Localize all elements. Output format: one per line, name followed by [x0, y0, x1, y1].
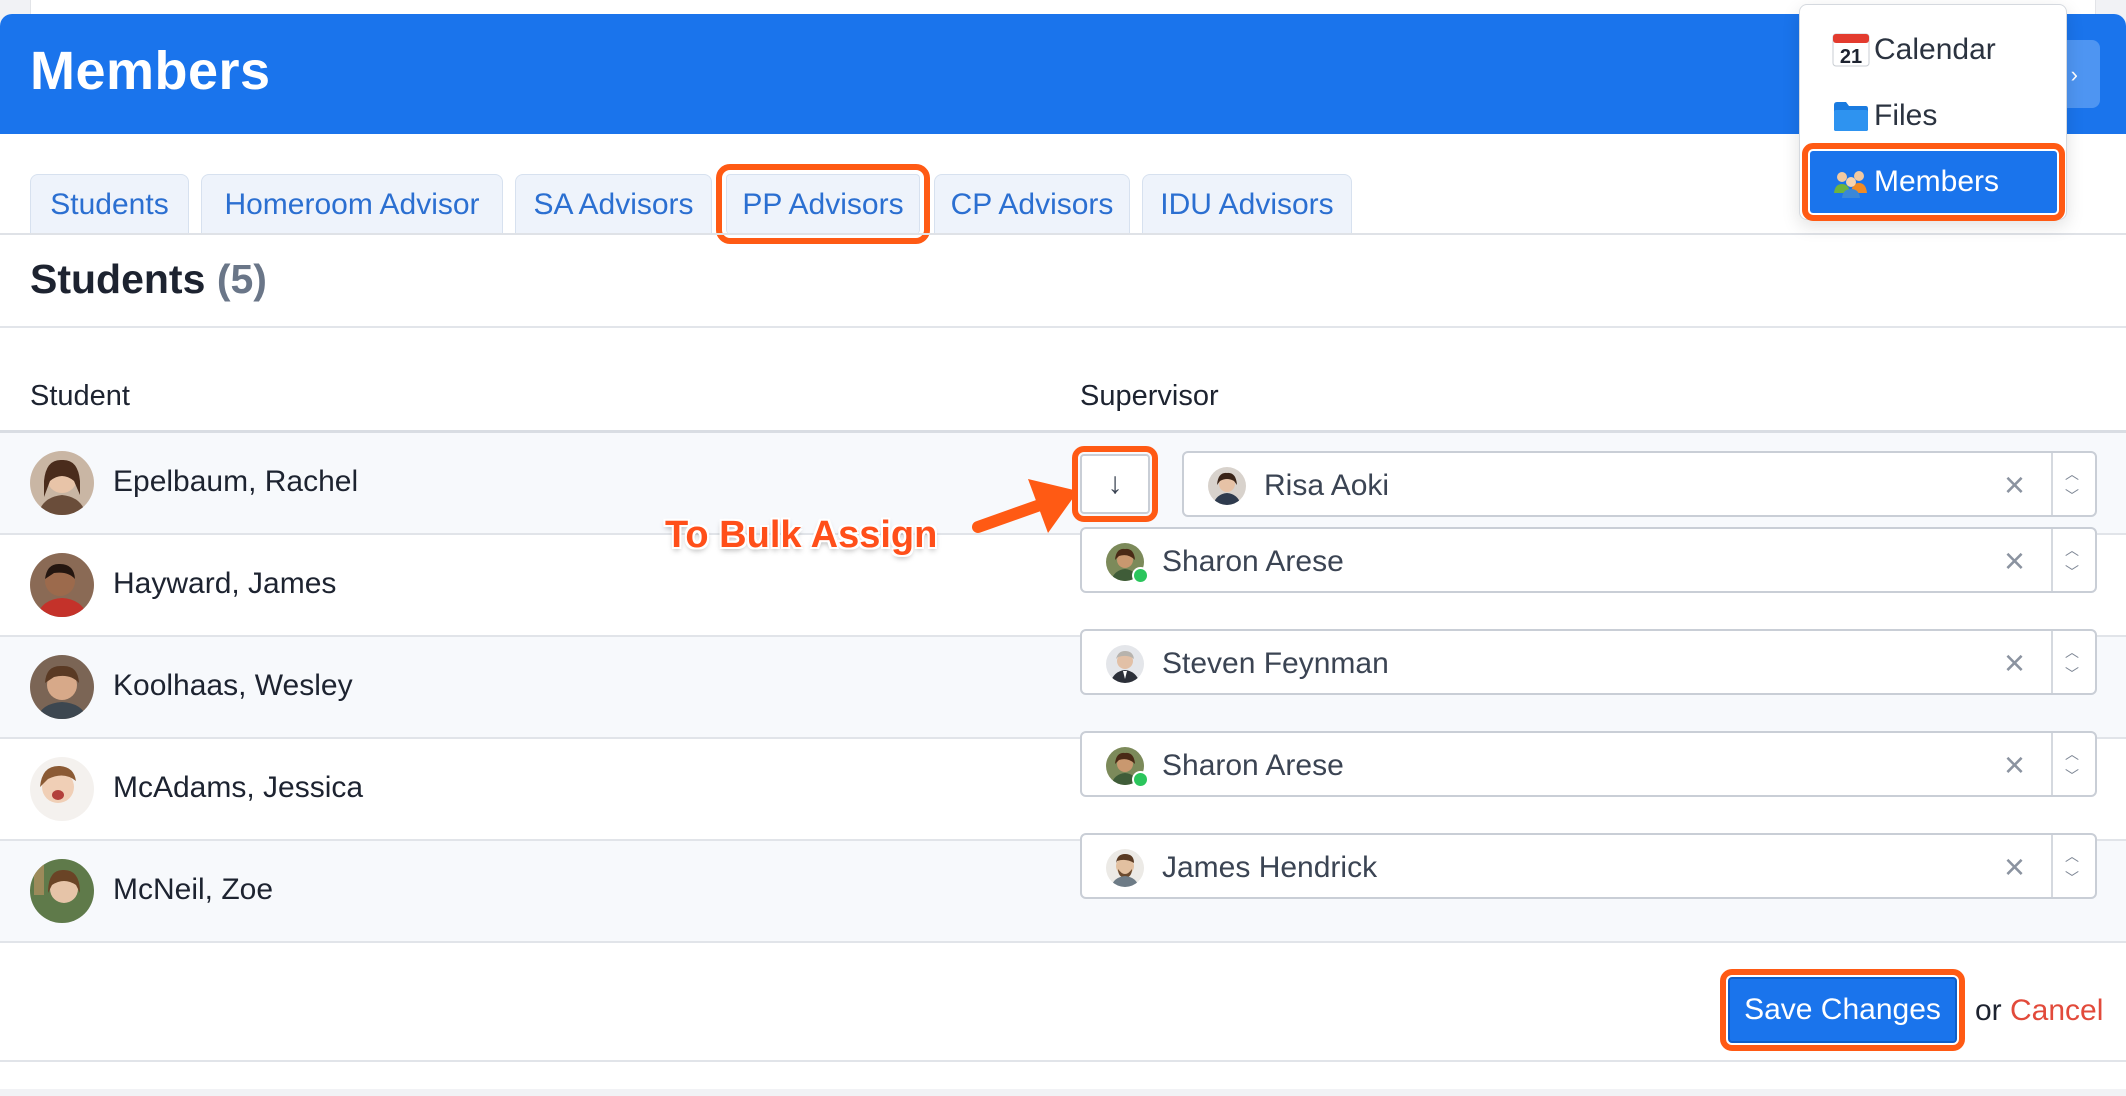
save-changes-button[interactable]: Save Changes	[1720, 969, 1965, 1051]
folder-icon	[1834, 102, 1868, 131]
student-name: Epelbaum, Rachel	[113, 465, 359, 498]
tab-homeroom-advisor[interactable]: Homeroom Advisor	[201, 174, 503, 234]
table-row: Koolhaas, Wesley Steven Feynman × ︿ ﹀	[0, 629, 2126, 739]
tab-students[interactable]: Students	[30, 174, 189, 234]
dropdown-toggle[interactable]: ︿ ﹀	[2051, 835, 2095, 897]
tab-cp-advisors[interactable]: CP Advisors	[934, 174, 1130, 234]
online-status-dot	[1132, 771, 1149, 788]
page-top-strip	[30, 0, 2096, 14]
online-status-dot	[1132, 567, 1149, 584]
arrow-down-icon: ↓	[1107, 467, 1123, 500]
student-avatar	[30, 451, 94, 515]
student-name: McNeil, Zoe	[113, 873, 274, 906]
members-icon	[1834, 171, 1867, 198]
menu-item-label: Files	[1874, 99, 1938, 132]
student-name: Koolhaas, Wesley	[113, 669, 353, 702]
supervisor-name: Risa Aoki	[1264, 469, 1390, 502]
section-heading: Students (5)	[30, 256, 267, 303]
or-text: or	[1975, 994, 2002, 1027]
student-avatar	[30, 859, 94, 923]
supervisor-name: Sharon Arese	[1162, 545, 1344, 578]
divider	[0, 326, 2126, 328]
table-row: Hayward, James Sharon Arese × ︿ ﹀	[0, 527, 2126, 637]
clear-icon[interactable]: ×	[2004, 643, 2025, 683]
supervisor-avatar	[1208, 467, 1246, 505]
column-header-student: Student	[30, 380, 130, 412]
dropdown-toggle[interactable]: ︿ ﹀	[2051, 529, 2095, 591]
student-avatar	[30, 655, 94, 719]
calendar-icon: 21	[1832, 33, 1870, 67]
supervisor-name: Steven Feynman	[1162, 647, 1389, 680]
tab-sa-advisors[interactable]: SA Advisors	[515, 174, 712, 234]
student-name: McAdams, Jessica	[113, 771, 364, 804]
app-menu-dropdown: 21 Calendar Files Members	[1799, 4, 2067, 221]
menu-item-label: Members	[1874, 165, 2000, 198]
clear-icon[interactable]: ×	[2004, 745, 2025, 785]
supervisor-select[interactable]: Risa Aoki × ︿ ﹀	[1182, 451, 2097, 517]
svg-text:21: 21	[1840, 46, 1862, 67]
chevron-right-icon: ›	[2070, 62, 2078, 87]
menu-item-calendar[interactable]: 21 Calendar	[1810, 19, 2057, 81]
supervisor-select[interactable]: Sharon Arese × ︿ ﹀	[1080, 527, 2097, 593]
dropdown-toggle[interactable]: ︿ ﹀	[2051, 733, 2095, 795]
menu-item-files[interactable]: Files	[1810, 85, 2057, 147]
footer-divider	[0, 1060, 2126, 1062]
tab-pp-advisors[interactable]: PP Advisors	[716, 164, 930, 244]
table-row: McAdams, Jessica Sharon Arese × ︿ ﹀	[0, 731, 2126, 841]
supervisor-name: James Hendrick	[1162, 851, 1378, 884]
clear-icon[interactable]: ×	[2004, 465, 2025, 505]
dropdown-toggle[interactable]: ︿ ﹀	[2051, 453, 2095, 515]
student-count: (5)	[216, 256, 267, 302]
tabs-divider	[0, 233, 2126, 235]
annotation-arrow	[972, 479, 1078, 533]
column-header-supervisor: Supervisor	[1080, 380, 1219, 412]
supervisor-select[interactable]: Steven Feynman × ︿ ﹀	[1080, 629, 2097, 695]
student-name: Hayward, James	[113, 567, 337, 600]
supervisor-avatar	[1106, 645, 1144, 683]
supervisor-select[interactable]: Sharon Arese × ︿ ﹀	[1080, 731, 2097, 797]
supervisor-name: Sharon Arese	[1162, 749, 1344, 782]
tab-idu-advisors[interactable]: IDU Advisors	[1142, 174, 1352, 234]
cancel-link[interactable]: Cancel	[2010, 994, 2103, 1028]
section-title: Students	[30, 256, 206, 302]
menu-item-label: Calendar	[1874, 33, 1996, 66]
supervisor-select[interactable]: James Hendrick × ︿ ﹀	[1080, 833, 2097, 899]
bulk-assign-button[interactable]: ↓	[1072, 446, 1158, 522]
page-title: Members	[30, 41, 271, 101]
clear-icon[interactable]: ×	[2004, 541, 2025, 581]
clear-icon[interactable]: ×	[2004, 847, 2025, 887]
dropdown-toggle[interactable]: ︿ ﹀	[2051, 631, 2095, 693]
table-row: McNeil, Zoe James Hendrick × ︿ ﹀	[0, 833, 2126, 943]
student-avatar	[30, 757, 94, 821]
student-avatar	[30, 553, 94, 617]
supervisor-avatar	[1106, 849, 1144, 887]
menu-item-members[interactable]: Members	[1802, 143, 2065, 221]
bulk-assign-annotation: To Bulk Assign	[665, 514, 938, 556]
